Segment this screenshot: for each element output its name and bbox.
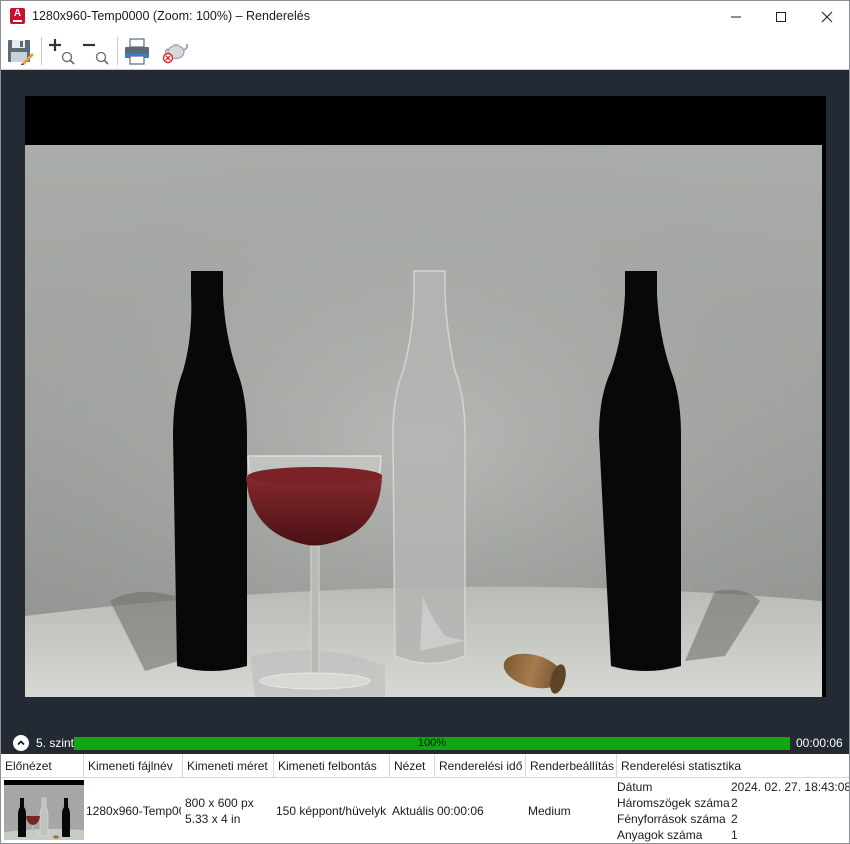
maximize-icon [776,11,786,22]
column-header-preview[interactable]: Előnézet [1,754,84,778]
column-header-render-time[interactable]: Renderelési idő [435,754,526,778]
render-time-value: 00:00:06 [437,804,484,818]
maximize-button[interactable] [758,1,804,32]
column-header-preset[interactable]: Renderbeállítás [526,754,617,778]
rendered-image [25,96,826,697]
stat-value-lights: 2 [731,812,738,826]
cancel-render-teapot-icon [162,43,188,64]
output-filename: 1280x960-Temp0000 [86,804,181,818]
stat-label-materials: Anyagok száma [617,828,703,842]
output-size-px: 800 x 600 px [185,796,254,810]
window-title: 1280x960-Temp0000 (Zoom: 100%) – Rendere… [32,9,310,23]
zoom-out-button[interactable] [79,35,111,67]
stat-value-date: 2024. 02. 27. 18:43:08 [731,780,850,794]
output-size-in: 5.33 x 4 in [185,812,241,826]
table-header: Előnézet Kimeneti fájlnév Kimeneti méret… [1,754,849,778]
zoom-out-icon [83,43,109,65]
elapsed-time: 00:00:06 [796,736,843,750]
column-header-filename[interactable]: Kimeneti fájlnév [84,754,183,778]
zoom-in-button[interactable] [45,35,77,67]
save-button[interactable] [4,35,36,67]
cancel-render-button[interactable] [159,35,191,67]
collapse-history-button[interactable] [13,735,29,751]
title-bar: A 1280x960-Temp0000 (Zoom: 100%) – Rende… [1,1,849,32]
column-header-resolution[interactable]: Kimeneti felbontás [274,754,390,778]
column-header-view[interactable]: Nézet [390,754,435,778]
print-icon [125,38,149,65]
status-row: 5. szint 100% 00:00:06 [1,732,849,754]
render-history-table: Előnézet Kimeneti fájlnév Kimeneti méret… [1,754,850,843]
output-resolution: 150 képpont/hüvelyk [276,804,387,818]
column-header-statistics[interactable]: Renderelési statisztika [617,754,849,778]
progress-percent: 100% [417,737,447,749]
render-viewport[interactable] [1,70,849,732]
table-row[interactable]: 1280x960-Temp0000 800 x 600 px 5.33 x 4 … [1,778,850,843]
stat-label-triangles: Háromszögek száma [617,796,730,810]
minimize-icon [731,16,741,17]
save-icon [8,40,34,65]
render-window: A 1280x960-Temp0000 (Zoom: 100%) – Rende… [0,0,850,844]
minimize-button[interactable] [713,1,759,32]
print-button[interactable] [121,35,153,67]
toolbar [1,32,849,70]
view-value: Aktuális [392,804,435,818]
render-level-label: 5. szint [36,736,75,750]
stat-label-date: Dátum [617,780,653,794]
stat-value-materials: 1 [731,828,738,842]
close-button[interactable] [804,1,849,32]
stat-value-triangles: 2 [731,796,738,810]
zoom-in-icon [49,39,75,65]
preview-thumbnail [4,780,84,840]
stat-label-lights: Fényforrások száma [617,812,726,826]
column-header-size[interactable]: Kimeneti méret [183,754,274,778]
app-icon-letter: A [13,8,22,19]
autocad-app-icon: A [10,8,25,24]
chevron-up-icon [17,740,25,746]
close-icon [821,11,833,22]
preset-value: Medium [528,804,571,818]
render-progress-bar: 100% [74,737,790,750]
